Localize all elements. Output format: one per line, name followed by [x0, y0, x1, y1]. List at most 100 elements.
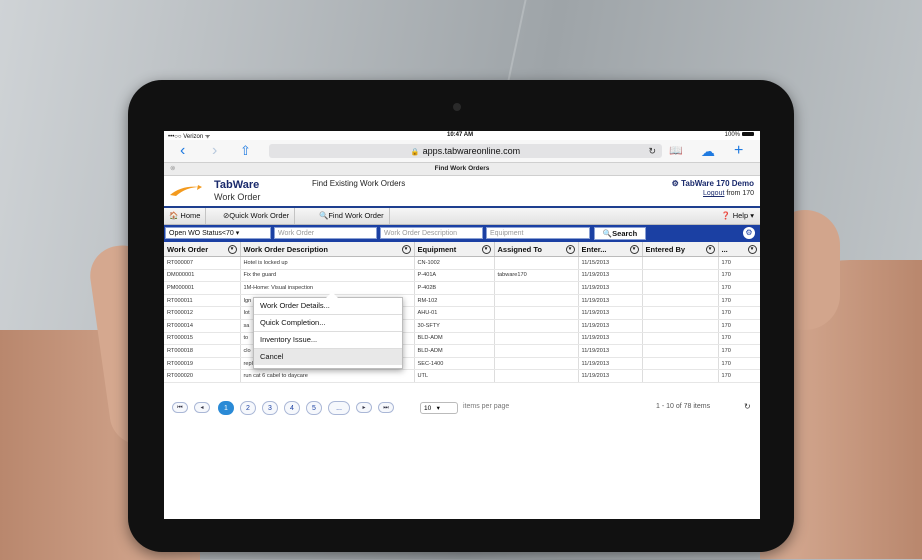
carrier-signal: •••○○ Verizon ᯤ: [168, 134, 211, 140]
cell-work-order: RT000020: [164, 369, 241, 383]
share-icon[interactable]: ⇧: [240, 142, 251, 160]
context-cancel[interactable]: Cancel: [254, 349, 402, 365]
logout-link[interactable]: Logout: [703, 190, 724, 197]
cell-description: Hotel is locked up: [240, 256, 415, 270]
battery-status: 100%: [725, 132, 754, 138]
refresh-icon[interactable]: ↻: [744, 402, 751, 411]
column-title: Work Order Description: [243, 244, 328, 254]
cloud-tabs-icon[interactable]: ☁: [701, 142, 715, 160]
cell-assigned-to: [494, 281, 579, 295]
context-quick-completion[interactable]: Quick Completion...: [254, 315, 402, 332]
column-header[interactable]: ... ▾: [718, 242, 760, 257]
cell-extra: 170: [718, 256, 760, 270]
equipment-filter-input[interactable]: Equipment: [486, 227, 590, 239]
tab-find-work-orders[interactable]: Find Work Orders: [164, 165, 760, 172]
reload-icon[interactable]: ↻: [648, 144, 656, 158]
first-page-button[interactable]: ⏮: [172, 402, 188, 413]
cell-work-order: RT000011: [164, 294, 241, 308]
cell-work-order: RT000019: [164, 357, 241, 371]
table-row[interactable]: PM000001 1M-Home: Visual inspection P-402B…: [164, 281, 760, 295]
column-header[interactable]: Equipment ▾: [414, 242, 495, 257]
cell-assigned-to: [494, 294, 579, 308]
cell-extra: 170: [718, 319, 760, 333]
bookmarks-icon[interactable]: 📖: [669, 142, 683, 160]
menu-quick-work-order[interactable]: ⊘Quick Work Order: [218, 208, 296, 224]
search-button[interactable]: 🔍Search: [594, 227, 646, 240]
cell-extra: 170: [718, 269, 760, 283]
tablet-camera: [453, 103, 461, 111]
cell-entered-by: [642, 369, 719, 383]
page-5-button[interactable]: 5: [306, 401, 322, 415]
clock: 10:47 AM: [447, 132, 474, 138]
table-row[interactable]: DM000001 Fix the guard P-401A tabware170 11/…: [164, 269, 760, 283]
cell-entered-by: [642, 294, 719, 308]
page-3-button[interactable]: 3: [262, 401, 278, 415]
context-work-order-details[interactable]: Work Order Details...: [254, 298, 402, 315]
column-menu-icon[interactable]: ▾: [401, 245, 411, 254]
column-menu-icon[interactable]: ▾: [227, 245, 237, 254]
page-size-select[interactable]: 10 ▾: [420, 402, 458, 414]
page-4-button[interactable]: 4: [284, 401, 300, 415]
cell-assigned-to: [494, 332, 579, 346]
row-context-menu: Work Order Details... Quick Completion..…: [253, 292, 403, 369]
cell-entered-date: 11/19/2013: [578, 281, 643, 295]
back-icon[interactable]: ‹: [180, 142, 185, 160]
forward-icon[interactable]: ›: [212, 142, 217, 160]
ios-status-bar: •••○○ Verizon ᯤ 10:47 AM 100%: [164, 131, 760, 140]
filter-options-icon[interactable]: ⚙: [743, 227, 755, 239]
filter-bar: Open WO Status<70 ▾ Work Order Work Orde…: [164, 225, 760, 242]
cell-equipment: P-401A: [414, 269, 495, 283]
more-pages-button[interactable]: ...: [328, 401, 350, 415]
cell-assigned-to: tabware170: [494, 269, 579, 283]
cell-entered-date: 11/19/2013: [578, 369, 643, 383]
cell-entered-date: 11/19/2013: [578, 306, 643, 320]
prev-page-button[interactable]: ◂: [194, 402, 210, 413]
cell-entered-date: 11/15/2013: [578, 256, 643, 270]
column-header[interactable]: Entered By ▾: [642, 242, 719, 257]
cell-work-order: DM000001: [164, 269, 241, 283]
column-menu-icon[interactable]: ▾: [565, 245, 575, 254]
column-menu-icon[interactable]: ▾: [747, 245, 757, 254]
description-filter-input[interactable]: Work Order Description: [380, 227, 483, 239]
cell-work-order: RT000015: [164, 332, 241, 346]
column-header[interactable]: Work Order ▾: [164, 242, 241, 257]
battery-icon: [742, 132, 754, 137]
table-row[interactable]: RT000020 run cat 6 cabel to daycare UTL 11/…: [164, 369, 760, 383]
logout-area: Logout from 170: [703, 190, 754, 197]
page-1-button[interactable]: 1: [218, 401, 234, 415]
last-page-button[interactable]: ⏭: [378, 402, 394, 413]
page-title: Find Existing Work Orders: [312, 179, 406, 188]
tablet-screen: •••○○ Verizon ᯤ 10:47 AM 100% ‹ › ⇧ 🔒 app…: [164, 131, 760, 519]
status-filter-value: Open WO Status<70: [169, 230, 234, 237]
cell-equipment: CN-1002: [414, 256, 495, 270]
lock-icon: 🔒: [410, 149, 420, 156]
brand-name: TabWare: [214, 179, 260, 191]
next-page-button[interactable]: ▸: [356, 402, 372, 413]
cell-work-order: PM000001: [164, 281, 241, 295]
menu-help[interactable]: ❓ Help ▾: [721, 208, 754, 224]
context-inventory-issue[interactable]: Inventory Issue...: [254, 332, 402, 349]
cell-entered-by: [642, 319, 719, 333]
column-menu-icon[interactable]: ▾: [481, 245, 491, 254]
url-text: apps.tabwareonline.com: [422, 146, 521, 156]
menu-home[interactable]: 🏠 Home: [164, 208, 207, 224]
column-header[interactable]: Assigned To ▾: [494, 242, 579, 257]
page-2-button[interactable]: 2: [240, 401, 256, 415]
environment-name: TabWare 170 Demo: [681, 179, 754, 188]
cell-work-order: RT000012: [164, 306, 241, 320]
column-menu-icon[interactable]: ▾: [629, 245, 639, 254]
grid-pager: ⏮ ◂ 1 2 3 4 5 ... ▸ ⏭ 10 ▾ items per pag…: [164, 399, 760, 417]
address-bar[interactable]: 🔒 apps.tabwareonline.com ↻: [269, 144, 662, 158]
work-order-filter-input[interactable]: Work Order: [274, 227, 377, 239]
cell-extra: 170: [718, 306, 760, 320]
column-menu-icon[interactable]: ▾: [705, 245, 715, 254]
new-tab-icon[interactable]: +: [734, 142, 743, 160]
column-header[interactable]: Enter... ▾: [578, 242, 643, 257]
table-row[interactable]: RT000007 Hotel is locked up CN-1002 11/15/2…: [164, 256, 760, 270]
status-filter-select[interactable]: Open WO Status<70 ▾: [165, 227, 271, 239]
column-header[interactable]: Work Order Description ▾: [240, 242, 415, 257]
gear-icon: ⚙: [671, 179, 682, 188]
column-title: Assigned To: [497, 244, 542, 254]
menu-find-work-order[interactable]: 🔍Find Work Order: [314, 208, 390, 224]
environment-label: ⚙ TabWare 170 Demo: [672, 179, 754, 188]
